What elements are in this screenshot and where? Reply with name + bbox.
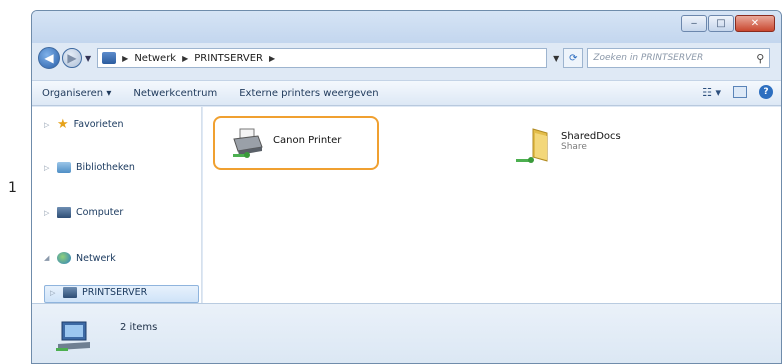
explorer-window: ‒ □ ✕ ◀ ▶ ▼ ▶ Netwerk ▶ PRINTSERVER ▶ ▼ … — [31, 10, 782, 364]
file-list: Canon Printer SharedDocs Share — [203, 107, 781, 303]
details-pane: 2 items — [32, 303, 781, 363]
sidebar-item-label: Computer — [76, 207, 124, 218]
network-center-button[interactable]: Netwerkcentrum — [133, 88, 217, 99]
sidebar-item-label: PRINTSERVER — [82, 287, 148, 298]
server-icon — [63, 287, 77, 298]
item-name: Canon Printer — [273, 135, 342, 146]
search-icon[interactable]: ⚲ — [756, 52, 764, 65]
sidebar-item-network[interactable]: ◢ Netwerk — [44, 252, 116, 264]
breadcrumb-separator-icon[interactable]: ▶ — [269, 54, 275, 63]
forward-button[interactable]: ▶ — [62, 48, 82, 68]
organize-button[interactable]: Organiseren ▾ — [42, 88, 111, 99]
libraries-icon — [57, 162, 71, 173]
expand-arrow-icon[interactable]: ▷ — [50, 289, 58, 297]
search-input[interactable]: Zoeken in PRINTSERVER ⚲ — [587, 48, 771, 68]
toolbar-right: ☷ ▾ ? — [702, 85, 773, 99]
maximize-button[interactable]: □ — [708, 15, 734, 32]
breadcrumb-network[interactable]: Netwerk — [134, 53, 176, 64]
step-number: 1 — [8, 180, 17, 196]
sidebar-item-libraries[interactable]: ▷ Bibliotheken — [44, 162, 135, 173]
sidebar-item-favorites[interactable]: ▷ ★ Favorieten — [44, 117, 124, 132]
item-subtitle: Share — [561, 142, 587, 152]
sidebar-item-printserver[interactable]: ▷ PRINTSERVER — [50, 287, 147, 298]
star-icon: ★ — [57, 117, 69, 132]
printer-item[interactable]: Canon Printer — [231, 127, 341, 161]
address-row: ◀ ▶ ▼ ▶ Netwerk ▶ PRINTSERVER ▶ ▼ ⟳ Zoek… — [32, 45, 781, 71]
sidebar-item-label: Netwerk — [76, 252, 116, 264]
breadcrumb-printserver[interactable]: PRINTSERVER — [194, 53, 263, 64]
address-bar[interactable]: ▶ Netwerk ▶ PRINTSERVER ▶ — [97, 48, 548, 68]
sidebar-item-label: Favorieten — [73, 119, 124, 130]
expand-arrow-icon[interactable]: ▷ — [44, 164, 52, 172]
network-computer-icon — [56, 321, 90, 351]
sidebar-item-label: Bibliotheken — [76, 162, 135, 173]
breadcrumb-separator-icon[interactable]: ▶ — [122, 54, 128, 63]
navigation-pane: ▷ ★ Favorieten ▷ Bibliotheken ▷ Computer… — [32, 107, 202, 303]
title-bar: ‒ □ ✕ — [32, 11, 781, 43]
help-icon[interactable]: ? — [759, 85, 773, 99]
minimize-button[interactable]: ‒ — [681, 15, 707, 32]
refresh-button[interactable]: ⟳ — [563, 48, 584, 68]
view-options-icon[interactable]: ☷ ▾ — [702, 86, 721, 99]
expand-arrow-icon[interactable]: ▷ — [44, 121, 52, 129]
item-count: 2 items — [120, 322, 158, 333]
close-button[interactable]: ✕ — [735, 15, 775, 32]
item-name: SharedDocs — [561, 131, 621, 142]
network-icon — [57, 252, 71, 264]
caption-buttons: ‒ □ ✕ — [681, 15, 775, 32]
recent-pages-dropdown-icon[interactable]: ▼ — [85, 54, 91, 63]
network-location-icon — [102, 52, 117, 64]
show-printers-button[interactable]: Externe printers weergeven — [239, 88, 378, 99]
back-button[interactable]: ◀ — [38, 47, 60, 69]
shared-folder-item[interactable]: SharedDocs Share — [513, 127, 621, 167]
sidebar-item-computer[interactable]: ▷ Computer — [44, 207, 123, 218]
search-placeholder: Zoeken in PRINTSERVER — [593, 53, 704, 63]
collapse-arrow-icon[interactable]: ◢ — [44, 254, 52, 262]
computer-icon — [57, 207, 71, 218]
expand-arrow-icon[interactable]: ▷ — [44, 209, 52, 217]
address-dropdown-icon[interactable]: ▼ — [553, 54, 559, 63]
printer-icon — [233, 128, 263, 158]
preview-pane-icon[interactable] — [733, 86, 747, 98]
breadcrumb-separator-icon[interactable]: ▶ — [182, 54, 188, 63]
shared-folder-icon — [516, 128, 548, 163]
command-toolbar: Organiseren ▾ Netwerkcentrum Externe pri… — [32, 80, 781, 106]
